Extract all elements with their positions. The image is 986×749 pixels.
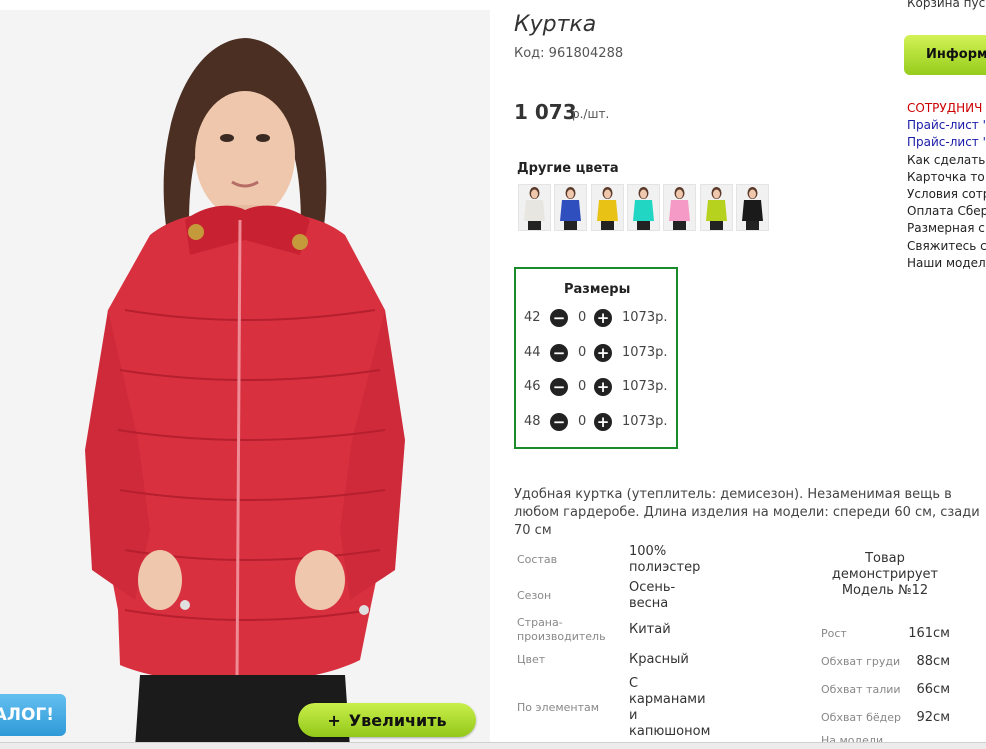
other-colors-heading: Другие цвета	[517, 161, 619, 176]
plus-icon[interactable]: +	[594, 413, 612, 431]
size-quantity: 0	[578, 379, 587, 394]
spec-label: Цвет	[517, 653, 546, 666]
minus-icon[interactable]: −	[550, 309, 568, 327]
minus-icon[interactable]: −	[550, 344, 568, 362]
zoom-button[interactable]: + Увеличить	[298, 703, 476, 737]
sidebar-link[interactable]: Карточка то	[907, 170, 985, 184]
product-description: Удобная куртка (утеплитель: демисезон). …	[514, 487, 980, 538]
catalog-button[interactable]: АЛОГ!	[0, 694, 66, 736]
size-price: 1073р.	[622, 414, 668, 429]
size-value: 48	[524, 414, 541, 429]
size-row: 42 − 0 + 1073р.	[524, 308, 674, 328]
price-unit: р./шт.	[572, 107, 610, 121]
size-value: 46	[524, 379, 541, 394]
sidebar-link[interactable]: Наши модел	[907, 256, 986, 270]
size-row: 46 − 0 + 1073р.	[524, 377, 674, 397]
spec-value: Китай	[629, 622, 671, 637]
size-value: 42	[524, 310, 541, 325]
minus-icon[interactable]: −	[550, 413, 568, 431]
catalog-label: АЛОГ!	[0, 705, 54, 725]
plus-icon: +	[327, 710, 341, 730]
size-quantity: 0	[578, 414, 587, 429]
jacket-model-image	[0, 10, 490, 748]
sidebar-link[interactable]: Прайс-лист '	[907, 118, 986, 132]
spec-value: Осень-весна	[629, 580, 676, 611]
product-title: Куртка	[514, 12, 597, 37]
sidebar-link[interactable]: СОТРУДНИЧ	[907, 101, 982, 115]
sidebar-link[interactable]: Условия сотр	[907, 187, 986, 201]
info-button[interactable]: Информа	[904, 35, 986, 75]
size-quantity: 0	[578, 345, 587, 360]
size-row: 44 − 0 + 1073р.	[524, 343, 674, 363]
color-swatch[interactable]	[590, 184, 624, 231]
color-swatch[interactable]	[554, 184, 588, 231]
size-row: 48 − 0 + 1073р.	[524, 412, 674, 432]
color-swatch[interactable]	[735, 184, 769, 231]
zoom-label: Увеличить	[348, 710, 447, 730]
sidebar-link[interactable]: Как сделать	[907, 153, 985, 167]
model-param-label: Рост	[821, 627, 847, 640]
spec-label: Состав	[517, 553, 558, 566]
sidebar-link[interactable]: Прайс-лист '	[907, 135, 986, 149]
sizes-heading: Размеры	[564, 282, 631, 297]
model-param-label: Обхват груди	[821, 655, 901, 668]
color-swatch[interactable]	[699, 184, 733, 231]
sidebar-link[interactable]: Оплата Сбер	[907, 204, 986, 218]
color-swatch[interactable]	[663, 184, 697, 231]
product-code: Код: 961804288	[514, 46, 624, 61]
product-price: 1 073	[514, 100, 577, 124]
plus-icon[interactable]: +	[594, 378, 612, 396]
spec-value: Красный	[629, 652, 689, 667]
size-quantity: 0	[578, 310, 587, 325]
size-price: 1073р.	[622, 379, 668, 394]
model-param-value: 88см	[916, 654, 951, 669]
cart-status[interactable]: Корзина пус	[907, 0, 985, 10]
spec-value: 100% полиэстер	[629, 544, 701, 575]
model-param-value: 66см	[916, 682, 951, 697]
spec-value: С карманами и капюшоном	[629, 676, 711, 739]
sidebar-link[interactable]: Свяжитесь с	[907, 239, 986, 253]
model-param-label: Обхват бёдер	[821, 711, 901, 724]
minus-icon[interactable]: −	[550, 378, 568, 396]
spec-label: Сезон	[517, 589, 552, 602]
plus-icon[interactable]: +	[594, 344, 612, 362]
spec-label: Страна-производитель	[517, 616, 606, 643]
sidebar-link[interactable]: Размерная с	[907, 221, 985, 235]
spec-label: По элементам	[517, 701, 600, 714]
model-param-value: 92см	[916, 710, 951, 725]
product-photo[interactable]	[0, 10, 490, 748]
model-demo-text: Товар демонстрирует Модель №12	[831, 551, 939, 598]
size-price: 1073р.	[622, 345, 668, 360]
plus-icon[interactable]: +	[594, 309, 612, 327]
color-swatch[interactable]	[518, 184, 551, 231]
size-price: 1073р.	[622, 310, 668, 325]
color-swatch[interactable]	[626, 184, 660, 231]
model-param-value: 161см	[908, 626, 950, 641]
size-value: 44	[524, 345, 541, 360]
model-param-label: Обхват талии	[821, 683, 901, 696]
